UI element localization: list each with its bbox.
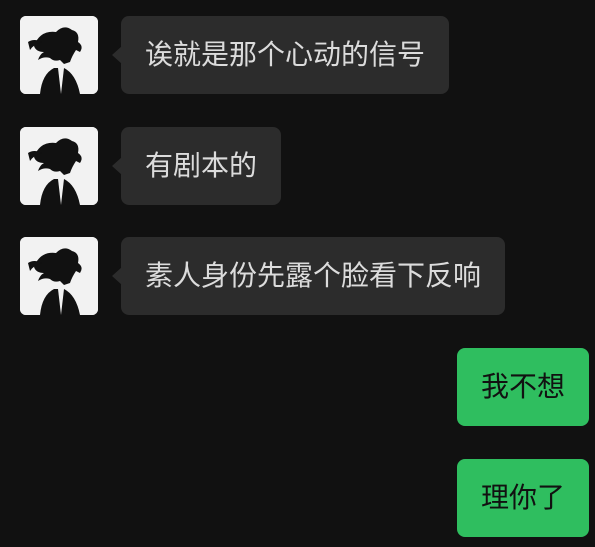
contact-avatar[interactable] xyxy=(20,127,98,205)
chat-screen: 诶就是那个心动的信号 有剧本的 素人身份先露个脸看下反响 我不想 理你了 xyxy=(0,0,595,547)
outgoing-message-bubble[interactable]: 我不想 xyxy=(456,348,589,426)
message-text: 理你了 xyxy=(480,481,565,514)
incoming-message-bubble[interactable]: 素人身份先露个脸看下反响 xyxy=(111,237,506,315)
person-silhouette-icon xyxy=(20,16,98,94)
person-silhouette-icon xyxy=(20,237,98,315)
message-text: 素人身份先露个脸看下反响 xyxy=(145,259,482,292)
incoming-message-bubble[interactable]: 诶就是那个心动的信号 xyxy=(111,16,450,94)
message-text: 有剧本的 xyxy=(145,149,258,182)
incoming-message-bubble[interactable]: 有剧本的 xyxy=(111,127,282,205)
contact-avatar[interactable] xyxy=(20,237,98,315)
contact-avatar[interactable] xyxy=(20,16,98,94)
message-text: 我不想 xyxy=(480,370,565,403)
person-silhouette-icon xyxy=(20,127,98,205)
outgoing-message-bubble[interactable]: 理你了 xyxy=(456,459,589,537)
message-text: 诶就是那个心动的信号 xyxy=(145,38,426,71)
